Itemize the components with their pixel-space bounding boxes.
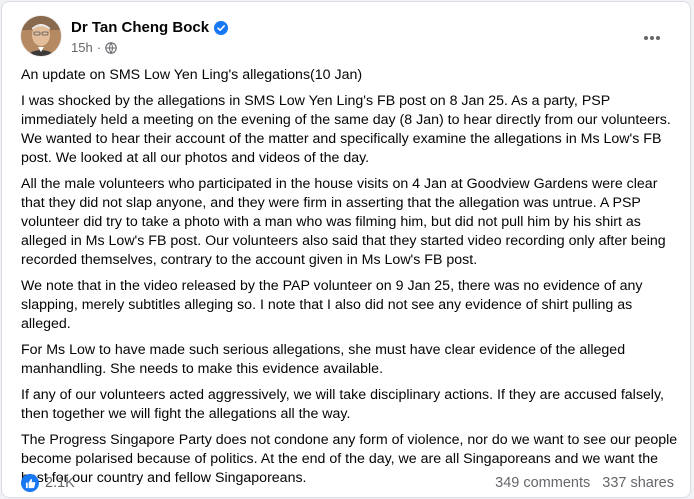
post-paragraph: If any of our volunteers acted aggressiv… <box>21 387 664 422</box>
post-header: Dr Tan Cheng Bock 15h · <box>21 16 674 60</box>
engagement-counts: 349 comments 337 shares <box>495 475 674 491</box>
post-meta: 15h · <box>71 40 117 55</box>
like-icon[interactable] <box>21 474 39 492</box>
avatar-image <box>21 16 61 56</box>
globe-icon[interactable] <box>105 41 117 54</box>
post-card: Dr Tan Cheng Bock 15h · An update on SMS… <box>1 1 691 498</box>
author-row: Dr Tan Cheng Bock <box>71 19 229 36</box>
post-paragraph: We note that in the video released by th… <box>21 278 643 332</box>
meta-separator: · <box>96 40 102 55</box>
post-paragraph: All the male volunteers who participated… <box>21 176 666 268</box>
engagement-bar: 2.1K 349 comments 337 shares <box>21 472 674 494</box>
post-body: An update on SMS Low Yen Ling's allegati… <box>21 66 685 495</box>
post-timestamp[interactable]: 15h <box>71 40 93 55</box>
author-avatar[interactable] <box>21 16 61 56</box>
post-paragraph: For Ms Low to have made such serious all… <box>21 342 626 377</box>
comments-count[interactable]: 349 comments <box>495 475 590 491</box>
shares-count[interactable]: 337 shares <box>602 475 674 491</box>
verified-badge-icon <box>214 20 229 35</box>
post-paragraph: I was shocked by the allegations in SMS … <box>21 93 671 166</box>
more-options-icon[interactable] <box>640 26 664 50</box>
post-paragraph: An update on SMS Low Yen Ling's allegati… <box>21 67 363 83</box>
reaction-count[interactable]: 2.1K <box>45 475 75 491</box>
author-name[interactable]: Dr Tan Cheng Bock <box>71 19 209 36</box>
